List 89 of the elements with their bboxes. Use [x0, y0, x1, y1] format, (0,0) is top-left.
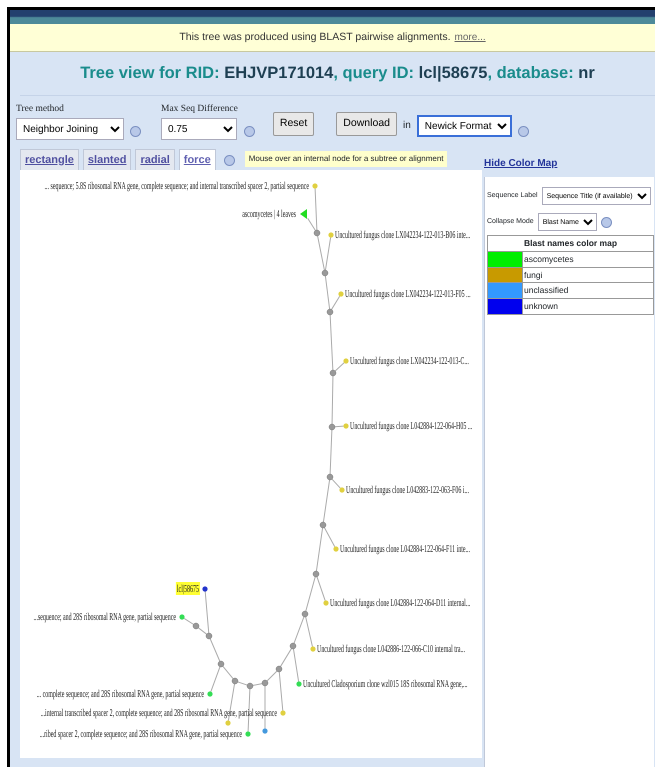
branch-line — [210, 666, 220, 692]
table-cell: fungi — [522, 267, 654, 283]
help-icon[interactable] — [130, 126, 141, 137]
internal-node-icon[interactable] — [276, 666, 282, 672]
leaf-label[interactable]: Uncultured fungus clone LX042234-122-013-B06 inte... — [335, 228, 470, 240]
internal-node-icon[interactable] — [218, 660, 224, 668]
internal-node-icon[interactable] — [326, 308, 334, 316]
internal-node-icon[interactable] — [328, 424, 336, 430]
leaf-dot[interactable] — [245, 731, 251, 737]
internal-node-icon[interactable] — [312, 570, 320, 578]
internal-node-icon[interactable] — [262, 680, 268, 686]
leaf-label[interactable]: ...internal transcribed spacer 2, complete sequence; and 28S ribosomal RNA gene, partial sequence — [40, 706, 277, 718]
leaf-label[interactable]: Uncultured fungus clone L042884-122-064-H05 ... — [350, 419, 472, 432]
leaf-dot[interactable] — [312, 183, 318, 189]
leaf-label[interactable]: Uncultured fungus clone L042883-122-063-F06 i... — [346, 483, 469, 496]
branch-line — [330, 430, 332, 474]
view-tab[interactable]: rectangle — [20, 148, 79, 170]
table-cell: ascomycetes — [522, 251, 654, 267]
leaf-dot[interactable] — [343, 423, 349, 429]
internal-node-icon[interactable] — [192, 622, 200, 630]
leaf-dot[interactable] — [333, 546, 339, 552]
internal-node-icon[interactable] — [206, 632, 212, 640]
internal-node-icon[interactable] — [320, 522, 326, 528]
branch-line — [237, 681, 248, 686]
leaf-label[interactable]: ascomycetes | 4 leaves — [242, 207, 296, 220]
page-title: Tree view for RID: EHJVP171014, query ID: lcl|58675, database: nr — [80, 63, 595, 84]
branch-line — [294, 616, 304, 644]
leaf-label[interactable]: Uncultured fungus clone L042884-122-064-F11 inte... — [340, 542, 470, 554]
leaf-label[interactable]: ...ribed spacer 2, complete sequence; and 28S ribosomal RNA gene, partial sequence — [40, 727, 242, 740]
leaf-label[interactable]: ... sequence; 5.8S ribosomal RNA gene, complete sequence; and internal transcribed spacer 2, partial sequence — [44, 179, 309, 192]
field-label: Max Seq Difference — [161, 102, 238, 116]
tree-method-select[interactable]: Neighbor Joining — [16, 118, 124, 140]
leaf-dot[interactable] — [202, 586, 208, 592]
collapsed-node-icon[interactable] — [300, 209, 307, 219]
internal-node-icon[interactable] — [232, 678, 238, 684]
branch-line — [252, 683, 263, 686]
internal-node-icon[interactable] — [246, 682, 254, 690]
branch-line — [184, 618, 194, 625]
branch-line — [210, 638, 220, 662]
internal-node-icon[interactable] — [326, 474, 334, 480]
leaf-dot[interactable] — [262, 728, 268, 734]
branch-line — [264, 686, 266, 729]
leaf-label[interactable]: Uncultured fungus clone LX042234-122-013-C... — [350, 354, 469, 366]
leaf-dot[interactable] — [339, 487, 345, 493]
leaf-dot[interactable] — [323, 600, 329, 606]
leaf-dot[interactable] — [225, 720, 231, 726]
help-icon[interactable] — [224, 155, 235, 166]
leaf-label[interactable]: Uncultured fungus clone L042884-122-064-D11 internal... — [330, 596, 470, 608]
hide-color-map-link[interactable]: Hide Color Map — [484, 156, 558, 171]
field-label: Tree method — [16, 102, 65, 116]
help-icon[interactable] — [600, 216, 612, 228]
leaf-dot[interactable] — [280, 710, 286, 716]
help-icon[interactable] — [518, 126, 529, 137]
leaf-dot[interactable] — [338, 291, 344, 297]
view-tab[interactable]: force — [178, 148, 216, 170]
leaf-dot[interactable] — [207, 691, 213, 697]
leaf-label[interactable]: ... complete sequence; and 28S ribosomal RNA gene, partial sequence — [36, 687, 204, 700]
leaf-dot[interactable] — [328, 232, 334, 238]
table-header: Blast names color map — [488, 236, 654, 252]
help-icon[interactable] — [244, 126, 255, 137]
leaf-dot[interactable] — [310, 646, 316, 652]
branch-line — [316, 576, 326, 602]
table-cell: unknown — [522, 298, 654, 314]
leaf-label[interactable]: Uncultured Cladosporium clone wzl015 18S ribosomal RNA gene,... — [303, 677, 468, 690]
view-tab[interactable]: radial — [135, 148, 175, 170]
query-label[interactable]: lcl|58675 — [176, 582, 200, 595]
internal-node-icon[interactable] — [330, 370, 336, 376]
branch-line — [305, 576, 316, 612]
internal-node-icon[interactable] — [302, 610, 308, 618]
more-link[interactable]: more... — [454, 30, 486, 45]
format-prefix: in — [403, 119, 411, 133]
leaf-dot[interactable] — [343, 358, 349, 364]
banner-text: This tree was produced using BLAST pairwise alignments. — [179, 30, 451, 45]
view-tab[interactable]: slanted — [82, 148, 132, 170]
internal-node-icon[interactable] — [314, 230, 320, 236]
leaf-label[interactable]: Uncultured fungus clone L042886-122-066-C10 internal tra... — [317, 642, 465, 654]
max-seq-difference-select[interactable]: 0.75 — [161, 118, 237, 140]
format-select[interactable]: Newick Format — [416, 115, 512, 137]
leaf-label[interactable]: Uncultured fungus clone LX042234-122-013-F05 ... — [345, 287, 471, 300]
internal-node-icon[interactable] — [290, 642, 296, 650]
table-cell: unclassified — [522, 282, 654, 298]
leaf-label[interactable]: ...sequence; and 28S ribosomal RNA gene, partial sequence — [33, 610, 176, 622]
hint-text: Mouse over an internal node for a subtree or alignment — [244, 151, 448, 167]
reset-button[interactable]: Reset — [272, 112, 314, 136]
leaf-dot[interactable] — [296, 681, 302, 687]
internal-node-icon[interactable] — [322, 270, 328, 276]
leaf-dot[interactable] — [179, 614, 185, 620]
branch-line — [222, 666, 234, 680]
download-button[interactable]: Download — [336, 112, 397, 136]
